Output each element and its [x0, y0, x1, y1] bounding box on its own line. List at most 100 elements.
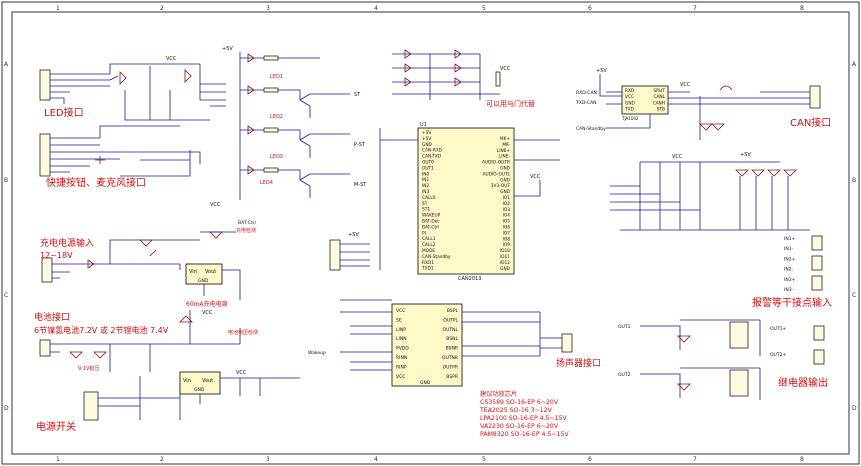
pin-label: IN3 [422, 189, 429, 195]
relay-2 [729, 369, 749, 397]
row-markers-right: A B C D [852, 61, 857, 412]
row-markers-left: A B C D [4, 61, 9, 412]
can-block: +5V RXD-CAN TXD-CAN CAN-Standby RXDVCCGN… [575, 68, 821, 140]
pin-label: LINE- [499, 154, 511, 160]
gpio-vcc-label: VCC [500, 66, 511, 72]
amp-recommend-title: 建议功放芯片 [480, 390, 517, 398]
row-marker: B [4, 177, 8, 184]
led3-label: LED3 [270, 154, 283, 160]
col-marker: 4 [374, 5, 378, 12]
pin-label: IN1- [784, 246, 794, 252]
amp-gnd-pin: GND [420, 380, 431, 386]
pin-label: PI [422, 230, 426, 236]
col-marker: 5 [482, 5, 486, 12]
amp-chip-body [391, 303, 463, 387]
battery-detect-label: 电池电压检测 [228, 329, 258, 336]
row-marker: D [4, 405, 9, 412]
pin-label: CANH [653, 100, 665, 106]
row-marker: D [852, 405, 857, 412]
can-standby-label: CAN-Standby [576, 126, 606, 132]
relay-1 [729, 321, 749, 349]
pin-label: STB [657, 107, 665, 113]
led-driver-block: +5V LED1 LED2 LED3 LED4 ST P-ST M-ST [222, 46, 367, 200]
main-reg-vout: Vout [202, 378, 213, 384]
pin-label: RINN [396, 355, 407, 361]
amp-recommend-row: TEA2025 SO-16 3~12V [479, 407, 553, 414]
col-marker: 4 [374, 456, 378, 463]
pin-label: IN2- [784, 267, 794, 273]
alarm-input-label: 报警等干接点输入 [752, 296, 832, 309]
row-marker: A [4, 61, 9, 68]
pin-label: OUT0 [422, 160, 434, 166]
pin-label: 3V3-OUT [491, 183, 511, 189]
pin-label: IN1 [422, 177, 429, 183]
pin-label: LINP [396, 327, 406, 333]
pin-label: IN3- [784, 287, 794, 293]
can-5v-label: +5V [596, 68, 607, 74]
led-port-label: LED接口 [44, 106, 84, 119]
schematic-sheet: 1 2 3 4 5 6 7 8 1 2 3 4 5 6 7 8 A B C D … [1, 1, 860, 465]
pin-label: BSNL [446, 336, 458, 342]
pin-label: GND [500, 166, 511, 172]
alarm-input-block: VCC +5V IN1+ IN1- IN2+ IN2- IN3+ IN3- [610, 152, 823, 293]
alarm-input-labels: IN1+ IN1- IN2+ IN2- IN3+ IN3- [784, 236, 796, 293]
pin-label: IO10 [500, 248, 510, 254]
amp-recommend-block: 建议功放芯片 CS3589 SO-16-EP 6~20V TEA2025 SO-… [479, 390, 569, 438]
out2-label: OUT2 [618, 372, 631, 378]
pin-label: TXD1 [421, 266, 434, 272]
pin-label: BSPR [446, 374, 458, 380]
mode-connector-block: +5V [329, 232, 370, 271]
pin-label: LINE+ [497, 148, 511, 154]
col-marker: 2 [160, 456, 164, 463]
led-connector [39, 69, 51, 101]
pin-label: CANL [653, 94, 665, 100]
pin-label: BSPL [447, 308, 459, 314]
column-markers-top: 1 2 3 4 5 6 7 8 [56, 5, 804, 12]
pin-label: GND [500, 177, 511, 183]
pin-label: IO6 [503, 225, 511, 231]
can-vcc-label: VCC [680, 82, 691, 88]
pin-label: IO5 [503, 219, 511, 225]
pin-label: +5V [422, 130, 431, 136]
row-marker: C [852, 292, 856, 299]
pin-label: VCC [396, 374, 405, 380]
can-chip-part: TJA1042 [621, 116, 639, 121]
main-vcc-label: VCC [236, 370, 247, 376]
alarm-connector-3 [811, 275, 823, 291]
bat-vcc-label: VCC [202, 310, 213, 316]
pin-label: CAN-TXD [422, 154, 442, 160]
pin-label: OUTPL [443, 317, 458, 323]
main-reg-vin: Vin [183, 378, 191, 384]
battery-connector [39, 339, 51, 357]
mode-vcc-label: +5V [348, 232, 359, 238]
u1-vcc-label: VCC [530, 174, 541, 180]
power-switch-label: 电源开关 [36, 420, 76, 433]
rxd-can-label: RXD-CAN [576, 90, 597, 96]
pin-label: WAKEUP [422, 213, 441, 219]
pin-label: IO2 [503, 201, 511, 207]
relay-connector-2 [813, 349, 825, 365]
can-port-label: CAN接口 [790, 116, 831, 129]
col-marker: 1 [56, 5, 60, 12]
pin-label: IO3 [503, 207, 511, 213]
amp-recommend-row: PAM8320 SO-16-EP 4.5~15V [480, 431, 569, 438]
pin-label: IO1 [503, 195, 511, 201]
row-marker: C [4, 292, 8, 299]
plus5v-label: +5V [222, 46, 233, 52]
pin-label: IN3+ [784, 277, 796, 283]
pin-label: PVDD [396, 346, 409, 352]
amp-recommend-row: CS3589 SO-16-EP 6~20V [480, 399, 559, 406]
col-marker: 3 [266, 5, 270, 12]
col-marker: 6 [588, 5, 592, 12]
shortcut-port-label: 快捷按钮、麦克风接口 [46, 176, 146, 189]
pin-label: MODE [422, 248, 435, 254]
mst-label: M-ST [354, 182, 367, 188]
audio-amp-block: VCC SE LINP LINN PVDD RINN RINP VCC BSPL OUTPL OU… [308, 299, 573, 387]
pin-label: MK- [502, 142, 510, 148]
pin-label: ST [422, 201, 428, 207]
col-marker: 7 [693, 456, 697, 463]
pin-label: GND [500, 266, 511, 272]
pin-label: SE [396, 317, 402, 323]
col-marker: 8 [800, 456, 804, 463]
st-label: ST [354, 92, 361, 98]
